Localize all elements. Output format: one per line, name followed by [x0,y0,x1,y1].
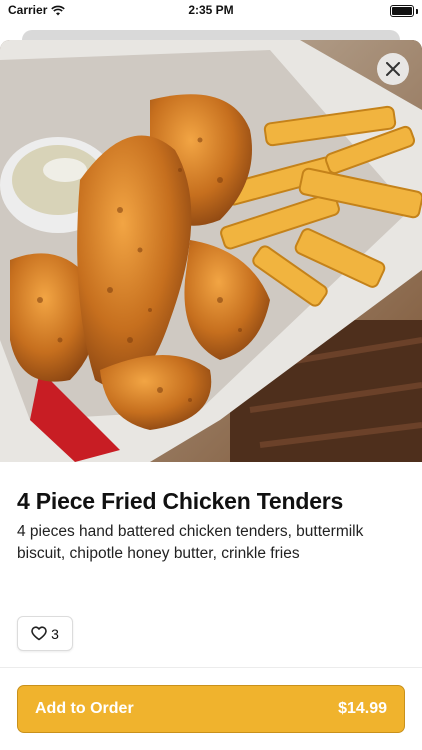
item-description: 4 pieces hand battered chicken tenders, … [17,523,364,562]
divider [0,667,422,668]
item-photo [0,40,422,462]
item-title: 4 Piece Fried Chicken Tenders [17,488,344,514]
item-detail-sheet: 4 Piece Fried Chicken Tenders 4 pieces h… [0,40,422,750]
status-time: 2:35 PM [188,3,234,17]
add-to-order-button[interactable]: Add to Order $14.99 [17,685,405,733]
close-icon [386,62,400,76]
add-to-order-label: Add to Order [35,700,134,717]
like-button[interactable]: 3 [17,616,73,651]
close-button[interactable] [377,53,409,85]
heart-icon [31,626,47,641]
battery-tip [416,9,418,14]
status-bar: Carrier 2:35 PM [0,0,422,22]
like-count: 3 [51,625,59,642]
battery-icon [390,5,414,17]
order-price: $14.99 [338,700,387,717]
